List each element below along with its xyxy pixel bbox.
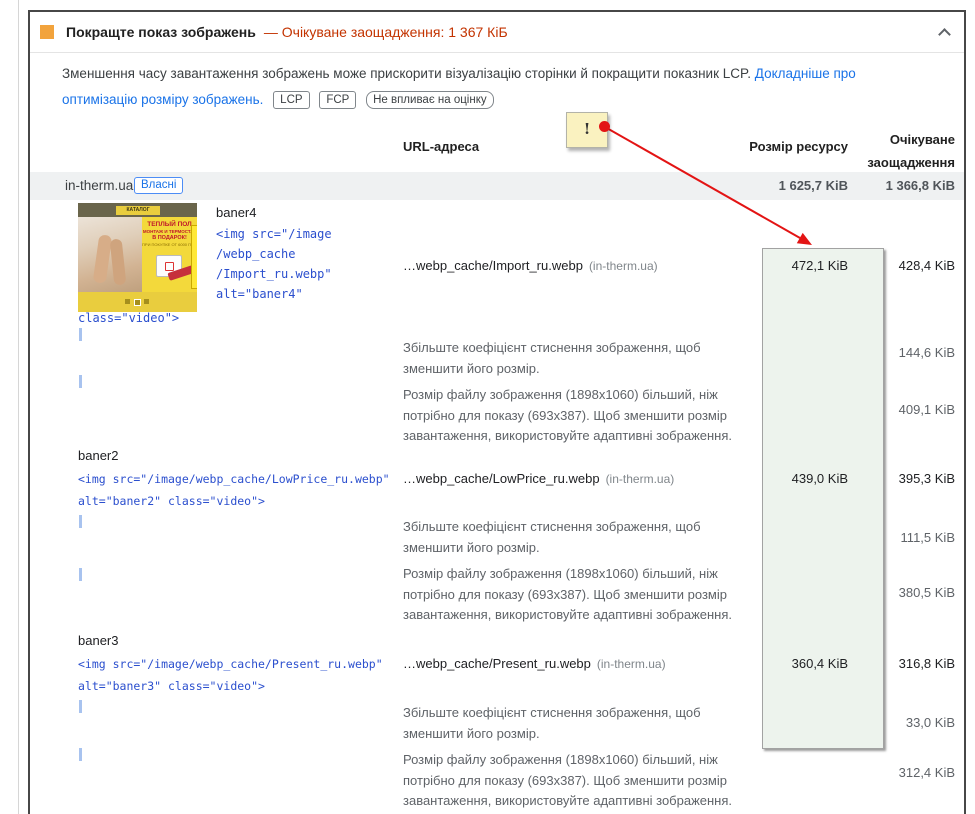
entry-label: baner3 <box>78 633 119 648</box>
text-cursor-mark <box>79 748 82 761</box>
entry-url[interactable]: …webp_cache/Import_ru.webp <box>403 258 583 273</box>
header-divider <box>30 52 964 53</box>
thumb-banner-area: ТЕПЛЫЙ ПОЛ МОНТАЖ И ТЕРМОСТАТ В ПОДАРОК!… <box>142 217 197 292</box>
origin-name: in-therm.ua <box>65 178 134 193</box>
entry-savings-value: 395,3 KiB <box>898 471 955 486</box>
chip-fcp: FCP <box>319 91 357 109</box>
text-cursor-mark <box>79 328 82 341</box>
sub-savings-value: 312,4 KiB <box>898 765 955 780</box>
entry-url-origin: (in-therm.ua) <box>588 259 658 273</box>
chip-lcp: LCP <box>273 91 310 109</box>
size-column-highlight <box>762 248 884 749</box>
text-cursor-mark <box>79 568 82 581</box>
audit-title: Покращте показ зображень <box>66 24 256 40</box>
entry-label: baner2 <box>78 448 119 463</box>
image-thumbnail-baner4: КАТАЛОГ ТЕПЛЫЙ ПОЛ МОНТАЖ И ТЕРМОСТАТ В … <box>78 203 197 312</box>
sub-savings-value: 380,5 KiB <box>898 585 955 600</box>
sub-audit-text: Збільште коефіцієнт стиснення зображення… <box>403 340 701 376</box>
entry-code-snippet: <img src="/image/webp_cache/LowPrice_ru.… <box>78 472 390 508</box>
entry-url-cell[interactable]: …webp_cache/LowPrice_ru.webp (in-therm.ua… <box>403 471 674 486</box>
sub-savings-value: 144,6 KiB <box>898 345 955 360</box>
entry-url-cell[interactable]: …webp_cache/Present_ru.webp (in-therm.ua) <box>403 656 666 671</box>
audit-header-row[interactable]: Покращте показ зображень — Очікуване заощ… <box>30 12 964 52</box>
thumb-highlight-strip <box>191 225 197 289</box>
thumb-banner-line4: ПРИ ПОКУПКЕ ОТ 6000 ГРН. <box>142 242 197 247</box>
chip-no-score-impact: Не впливає на оцінку <box>366 91 494 109</box>
chevron-up-icon[interactable] <box>940 27 950 37</box>
audit-description: Зменшення часу завантаження зображень мо… <box>62 61 914 113</box>
sub-audit-text: Розмір файлу зображення (1898x1060) біль… <box>403 387 733 443</box>
entry-url[interactable]: …webp_cache/Present_ru.webp <box>403 656 591 671</box>
summary-savings: 1 366,8 KiB <box>885 178 955 193</box>
text-cursor-mark <box>79 375 82 388</box>
page-left-divider <box>18 0 19 814</box>
entry-code-snippet: class="video"> <box>78 311 180 325</box>
carousel-dot <box>144 299 149 304</box>
thumb-catalog-button: КАТАЛОГ <box>116 206 160 215</box>
sub-savings-value: 409,1 KiB <box>898 402 955 417</box>
origin-summary-row: in-therm.ua Власні 1 625,7 KiB 1 366,8 K… <box>30 172 964 200</box>
audit-screen: Покращте показ зображень — Очікуване заощ… <box>0 0 975 814</box>
column-header-url: URL-адреса <box>403 139 480 154</box>
thumb-photo-area <box>78 217 142 292</box>
entry-savings-value: 316,8 KiB <box>898 656 955 671</box>
first-party-badge: Власні <box>134 177 184 194</box>
carousel-dot <box>125 299 130 304</box>
orange-square-icon <box>40 25 54 39</box>
entry-savings-value: 428,4 KiB <box>898 258 955 273</box>
sub-audit-text: Розмір файлу зображення (1898x1060) біль… <box>403 752 733 808</box>
entry-code-snippet: <img src="/image /webp_cache /Import_ru.… <box>216 227 332 301</box>
sub-audit-text: Розмір файлу зображення (1898x1060) біль… <box>403 566 733 622</box>
entry-label: baner4 <box>216 205 257 220</box>
text-cursor-mark <box>79 700 82 713</box>
entry-url-cell[interactable]: …webp_cache/Import_ru.webp (in-therm.ua) <box>403 258 658 273</box>
thumb-banner-line1: ТЕПЛЫЙ ПОЛ <box>147 221 192 228</box>
text-cursor-mark <box>79 515 82 528</box>
carousel-dot <box>134 299 141 306</box>
entry-url-origin: (in-therm.ua) <box>605 472 675 486</box>
sub-savings-value: 33,0 KiB <box>905 715 955 730</box>
thumb-site-header: КАТАЛОГ <box>78 203 197 217</box>
entry-url-origin: (in-therm.ua) <box>596 657 666 671</box>
description-text: Зменшення часу завантаження зображень мо… <box>62 66 752 81</box>
sub-savings-value: 111,5 KiB <box>900 530 955 545</box>
sub-audit-text: Збільште коефіцієнт стиснення зображення… <box>403 705 701 741</box>
thumb-banner-line3: В ПОДАРОК! <box>152 235 187 241</box>
entry-url[interactable]: …webp_cache/LowPrice_ru.webp <box>403 471 600 486</box>
column-header-savings: Очікуване заощадження <box>867 132 955 170</box>
audit-savings-label: — Очікуване заощадження: 1 367 КіБ <box>263 24 508 40</box>
annotation-anchor-dot <box>599 121 610 132</box>
sub-audit-text: Збільште коефіцієнт стиснення зображення… <box>403 519 701 555</box>
entry-code-snippet: <img src="/image/webp_cache/Present_ru.w… <box>78 657 383 693</box>
